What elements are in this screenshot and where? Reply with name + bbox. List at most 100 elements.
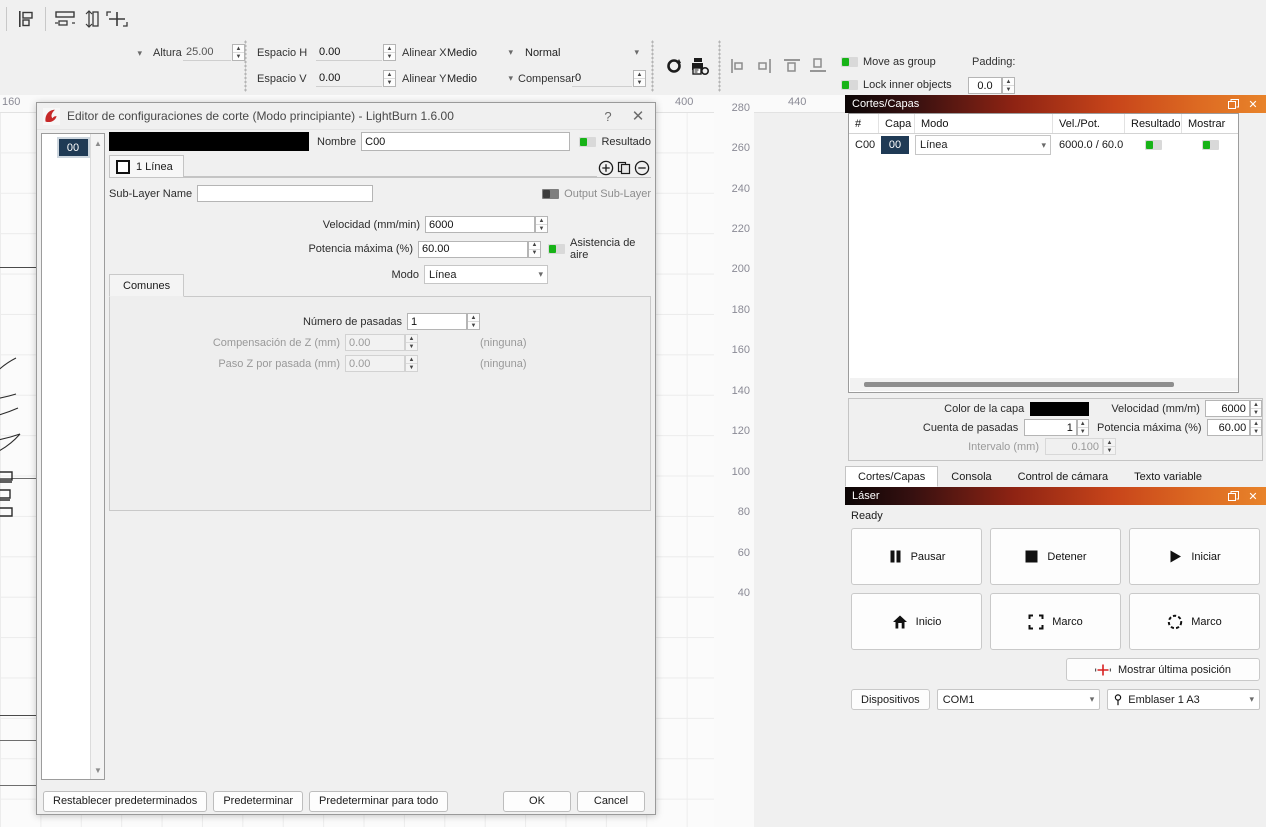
- cuts-panel-title-bar[interactable]: Cortes/Capas ✕: [845, 95, 1266, 113]
- align-bottom-group-icon[interactable]: [807, 55, 829, 80]
- stepper-down-icon[interactable]: ▼: [634, 79, 645, 86]
- power-input[interactable]: 60.00: [1206, 419, 1251, 436]
- move-as-group-toggle[interactable]: Move as group: [841, 56, 936, 68]
- spacing-h-stepper[interactable]: ▲ ▼: [383, 44, 396, 61]
- power-stepper[interactable]: ▲ ▼: [528, 240, 541, 258]
- stepper-down-icon[interactable]: ▼: [384, 79, 395, 86]
- stepper-up-icon[interactable]: ▲: [634, 71, 645, 79]
- align-top-group-icon[interactable]: [781, 55, 803, 80]
- cell-show[interactable]: [1182, 134, 1238, 156]
- vertical-ruler[interactable]: 280 260 240 220 200 180 160 140 120 100 80 60 40: [714, 95, 754, 827]
- passes-input[interactable]: 1: [1024, 419, 1077, 436]
- cuts-panel-close-icon[interactable]: ✕: [1243, 95, 1263, 113]
- laser-panel-title-bar[interactable]: Láser ✕: [845, 487, 1266, 505]
- padding-value[interactable]: 0.0: [968, 77, 1002, 94]
- toggle-switch-icon[interactable]: [841, 57, 858, 67]
- stepper-down-icon[interactable]: ▼: [1251, 428, 1261, 435]
- stepper-down-icon[interactable]: ▼: [468, 322, 479, 329]
- passes-stepper[interactable]: ▲ ▼: [467, 313, 480, 330]
- tab-control-de-camara[interactable]: Control de cámara: [1005, 466, 1122, 487]
- power-input[interactable]: 60.00: [418, 240, 528, 258]
- height-value[interactable]: 25.00: [183, 44, 231, 61]
- cancel-button[interactable]: Cancel: [577, 790, 645, 812]
- toggle-switch-icon[interactable]: [1201, 140, 1219, 150]
- stepper-down-icon[interactable]: ▼: [1251, 409, 1261, 416]
- reset-defaults-button[interactable]: Restablecer predeterminados: [43, 790, 208, 812]
- stepper-up-icon[interactable]: ▲: [1251, 420, 1261, 428]
- stepper-down-icon[interactable]: ▼: [1078, 428, 1088, 435]
- device-combo[interactable]: Emblaser 1 A3 ▾: [1107, 689, 1260, 710]
- cuts-table-hscrollbar[interactable]: [850, 378, 1238, 391]
- laser-panel-close-icon[interactable]: ✕: [1243, 487, 1263, 505]
- stepper-up-icon[interactable]: ▲: [384, 71, 395, 79]
- add-layer-icon[interactable]: [597, 159, 615, 177]
- layer-list[interactable]: 00 ▲ ▼: [41, 133, 105, 780]
- stop-button[interactable]: Detener: [990, 528, 1121, 585]
- layer-list-scrollbar[interactable]: ▲ ▼: [90, 134, 104, 779]
- stepper-up-icon[interactable]: ▲: [1003, 78, 1014, 86]
- devices-button[interactable]: Dispositivos: [851, 689, 930, 710]
- make-default-button[interactable]: Predeterminar: [213, 790, 304, 812]
- stepper-down-icon[interactable]: ▼: [529, 250, 540, 257]
- remove-layer-icon[interactable]: [633, 159, 651, 177]
- mode-combo[interactable]: Línea ▾: [424, 265, 548, 284]
- pause-button[interactable]: Pausar: [851, 528, 982, 585]
- layer-color-swatch[interactable]: [109, 132, 309, 151]
- style-combo[interactable]: Normal ▾: [521, 43, 643, 62]
- cell-mode[interactable]: Línea ▾: [915, 134, 1053, 156]
- toggle-switch-icon[interactable]: [841, 80, 858, 90]
- align-y-combo[interactable]: Medio ▾: [443, 69, 517, 88]
- toggle-switch-icon[interactable]: [579, 136, 597, 147]
- toggle-switch-icon[interactable]: [542, 188, 560, 199]
- dialog-title-bar[interactable]: Editor de configuraciones de corte (Modo…: [37, 103, 655, 130]
- make-default-all-button[interactable]: Predeterminar para todo: [309, 790, 449, 812]
- stepper-up-icon[interactable]: ▲: [536, 217, 547, 225]
- scroll-up-icon[interactable]: ▲: [91, 136, 105, 150]
- sublayer-tab-line[interactable]: 1 Línea: [109, 155, 184, 177]
- stepper-up-icon[interactable]: ▲: [233, 45, 244, 53]
- show-last-position-button[interactable]: Mostrar última posición: [1066, 658, 1260, 681]
- start-button[interactable]: Iniciar: [1129, 528, 1260, 585]
- dialog-help-button[interactable]: ?: [593, 104, 623, 128]
- stepper-down-icon[interactable]: ▼: [536, 225, 547, 232]
- speed-input[interactable]: 6000: [425, 216, 535, 233]
- rotate-icon[interactable]: [663, 54, 685, 79]
- move-center-icon[interactable]: [104, 6, 130, 32]
- air-assist-toggle[interactable]: Asistencia de aire: [548, 237, 651, 261]
- scroll-down-icon[interactable]: ▼: [91, 763, 105, 777]
- name-input[interactable]: C00: [361, 132, 571, 151]
- cell-output[interactable]: [1125, 134, 1182, 156]
- laser-panel-float-icon[interactable]: [1223, 487, 1243, 505]
- layer-color-swatch[interactable]: [1030, 401, 1090, 416]
- sublayer-name-input[interactable]: [197, 185, 374, 202]
- port-combo[interactable]: COM1 ▾: [936, 689, 1101, 710]
- stepper-down-icon[interactable]: ▼: [384, 53, 395, 60]
- power-stepper[interactable]: ▲ ▼: [1250, 419, 1262, 436]
- offset-stepper[interactable]: ▲ ▼: [633, 70, 646, 87]
- align-group-icon[interactable]: [13, 6, 39, 32]
- font-combo[interactable]: ▾: [0, 44, 146, 63]
- align-left-group-icon[interactable]: [729, 55, 751, 80]
- home-button[interactable]: Inicio: [851, 593, 982, 650]
- lock-inner-objects-toggle[interactable]: Lock inner objects: [841, 79, 952, 91]
- speed-stepper[interactable]: ▲ ▼: [1249, 400, 1262, 417]
- stepper-down-icon[interactable]: ▼: [1003, 86, 1014, 93]
- tab-consola[interactable]: Consola: [938, 466, 1004, 487]
- cuts-panel-float-icon[interactable]: [1223, 95, 1243, 113]
- spacing-v-stepper[interactable]: ▲ ▼: [383, 70, 396, 87]
- toggle-switch-icon[interactable]: [548, 244, 565, 254]
- offset-value[interactable]: 0: [572, 70, 632, 87]
- stepper-up-icon[interactable]: ▲: [1250, 401, 1261, 409]
- speed-stepper[interactable]: ▲ ▼: [535, 216, 548, 233]
- tab-comunes[interactable]: Comunes: [109, 274, 185, 297]
- tab-texto-variable[interactable]: Texto variable: [1121, 466, 1215, 487]
- passes-input[interactable]: 1: [407, 313, 467, 330]
- stepper-up-icon[interactable]: ▲: [384, 45, 395, 53]
- row-mode-combo[interactable]: Línea ▾: [915, 135, 1051, 155]
- align-x-combo[interactable]: Medio ▾: [443, 43, 517, 62]
- output-sublayer-toggle[interactable]: Output Sub-Layer: [542, 188, 651, 200]
- distribute-v-icon[interactable]: [78, 6, 104, 32]
- print-preview-icon[interactable]: [688, 54, 712, 79]
- spacing-v-value[interactable]: 0.00: [316, 70, 382, 87]
- padding-stepper[interactable]: ▲ ▼: [1002, 77, 1015, 94]
